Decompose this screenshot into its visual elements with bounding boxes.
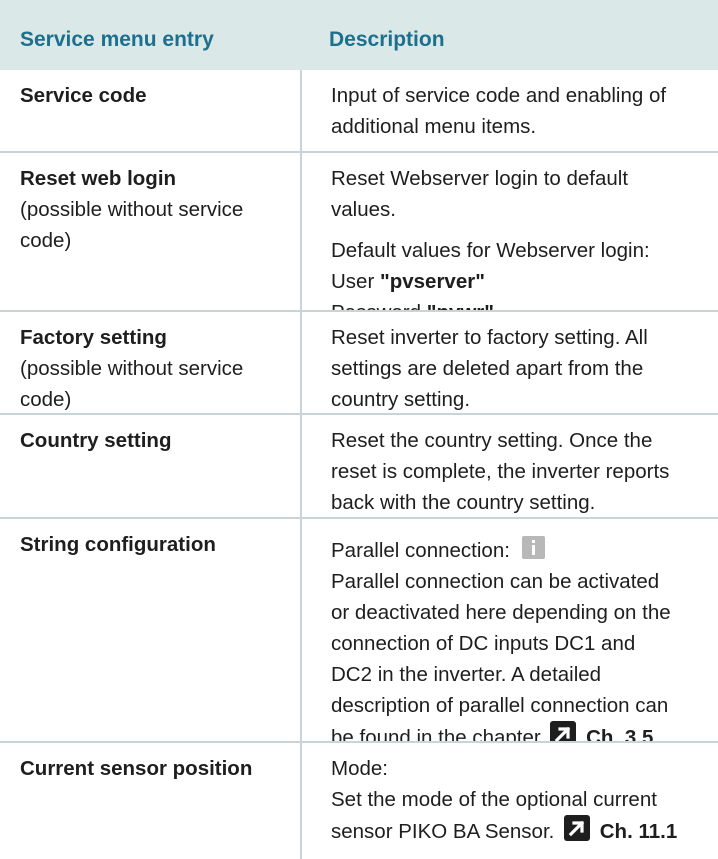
description-line: Input of service code and enabling of xyxy=(331,84,667,107)
table-row: Country setting Reset the country settin… xyxy=(0,415,718,518)
parallel-connection-title: Parallel connection: xyxy=(331,535,718,566)
entry-label: Reset web login xyxy=(20,167,177,190)
table-row: Service code Input of service code and e… xyxy=(0,70,718,152)
entry-label: String configuration xyxy=(20,533,216,556)
entry-note: (possible without service xyxy=(20,357,244,380)
entry-label: Country setting xyxy=(20,429,172,452)
info-icon[interactable] xyxy=(521,536,545,559)
column-header-service-menu-entry: Service menu entry xyxy=(20,28,214,51)
description-line: back with the country setting. xyxy=(331,491,596,514)
description-line: Reset inverter to factory setting. All xyxy=(331,326,648,349)
default-user: User "pvserver" xyxy=(331,266,718,297)
description-line: connection of DC inputs DC1 and xyxy=(331,632,636,655)
description-line: country setting. xyxy=(331,388,471,411)
default-values-intro: Default values for Webserver login: xyxy=(331,239,650,262)
chapter-reference-link[interactable]: Ch. 11.1 xyxy=(600,820,678,843)
description-line: Set the mode of the optional current xyxy=(331,788,657,811)
description-line: description of parallel connection can xyxy=(331,694,669,717)
mode-title: Mode: xyxy=(331,757,388,780)
entry-label: Current sensor position xyxy=(20,757,253,780)
description-line: additional menu items. xyxy=(331,115,537,138)
user-value: "pvserver" xyxy=(380,270,485,293)
column-header-description: Description xyxy=(329,28,445,51)
description-line-with-reference: sensor PIKO BA Sensor. Ch. 11.1 xyxy=(331,815,718,847)
description-line: or deactivated here depending on the xyxy=(331,601,671,624)
description-line: values. xyxy=(331,198,396,221)
table-header: Service menu entry Description xyxy=(0,0,718,70)
user-label: User xyxy=(331,270,375,293)
table-row: Factory setting (possible without servic… xyxy=(0,312,718,414)
entry-note: code) xyxy=(20,229,72,252)
entry-note: (possible without service xyxy=(20,198,244,221)
entry-label: Service code xyxy=(20,84,147,107)
description-text: sensor PIKO BA Sensor. xyxy=(331,820,555,843)
description-line: Parallel connection can be activated xyxy=(331,570,660,593)
description-line: reset is complete, the inverter reports xyxy=(331,460,670,483)
description-line: DC2 in the inverter. A detailed xyxy=(331,663,602,686)
description-line: Reset the country setting. Once the xyxy=(331,429,653,452)
description-line: settings are deleted apart from the xyxy=(331,357,644,380)
chapter-reference-arrow-icon[interactable] xyxy=(564,815,591,841)
entry-note: code) xyxy=(20,388,72,411)
table-row: Reset web login (possible without servic… xyxy=(0,153,718,324)
table-row: Current sensor position Mode: Set the mo… xyxy=(0,743,718,859)
entry-label: Factory setting xyxy=(20,326,167,349)
description-line: Reset Webserver login to default xyxy=(331,167,629,190)
title-text: Parallel connection: xyxy=(331,539,510,562)
table-row: String configuration Parallel connection… xyxy=(0,519,718,749)
